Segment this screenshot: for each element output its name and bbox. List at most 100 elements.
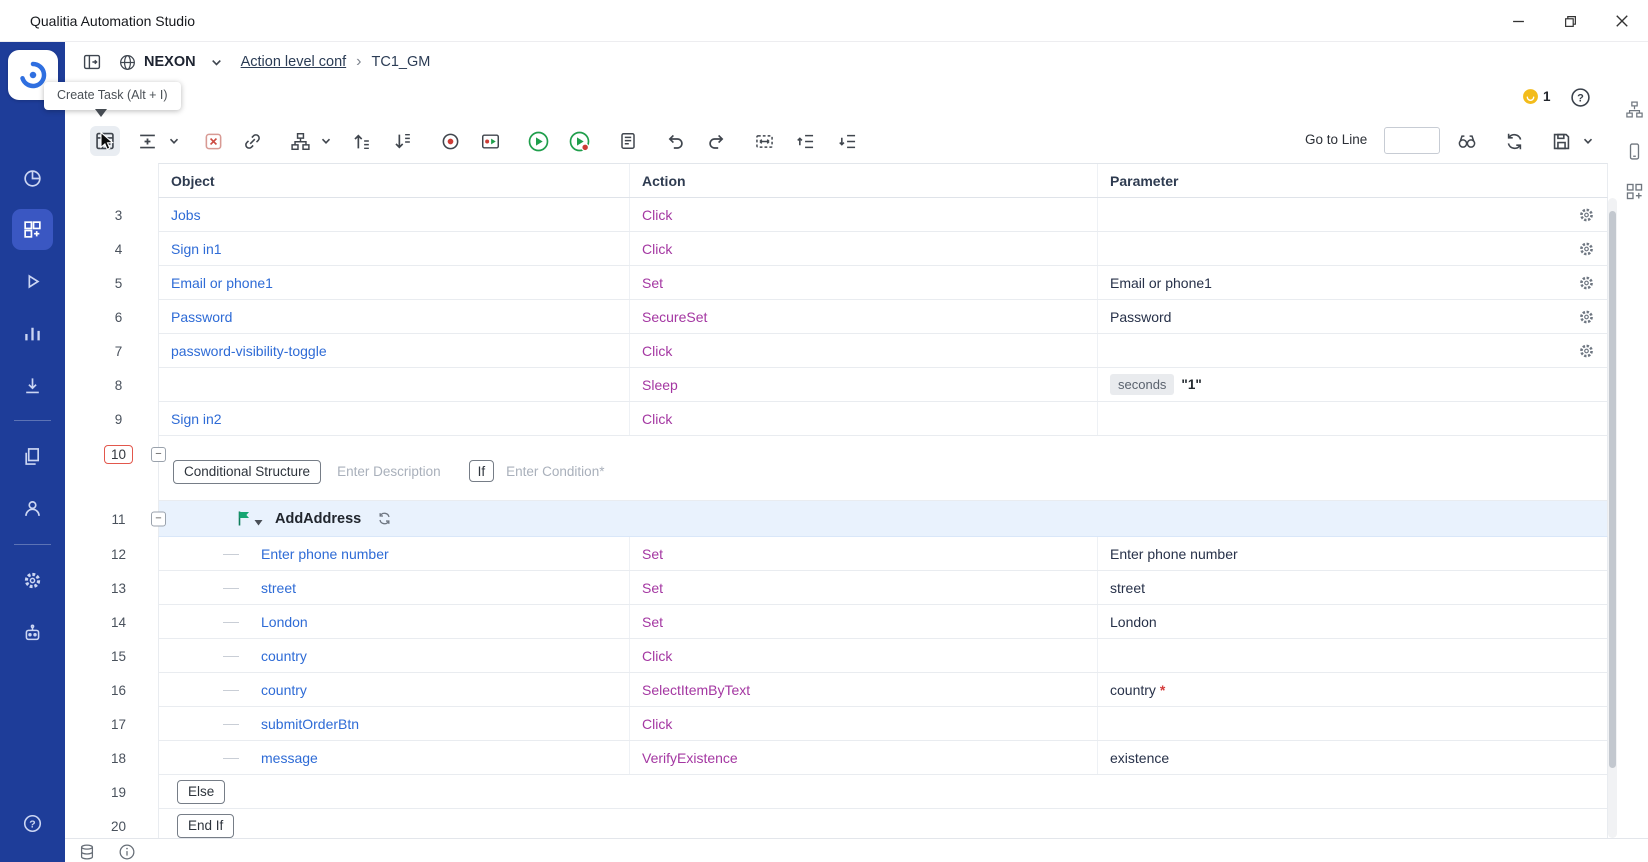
project-dropdown-icon[interactable]: [210, 56, 223, 69]
table-row[interactable]: 9 Sign in2 Click: [79, 402, 1608, 436]
table-row[interactable]: 7 password-visibility-toggle Click: [79, 334, 1608, 368]
table-row[interactable]: 4 Sign in1 Click: [79, 232, 1608, 266]
table-row[interactable]: 6 Password SecureSet Password: [79, 300, 1608, 334]
insert-step-dropdown-icon[interactable]: [166, 126, 182, 156]
action-cell[interactable]: SecureSet: [630, 300, 1098, 333]
action-cell[interactable]: Click: [630, 639, 1098, 672]
move-step-up-icon[interactable]: [346, 126, 376, 156]
run-icon[interactable]: [523, 126, 553, 156]
run-icon-sidebar[interactable]: [12, 261, 53, 302]
table-row[interactable]: 19 Else: [79, 775, 1608, 809]
minimize-button[interactable]: [1492, 0, 1544, 42]
if-chip[interactable]: If: [468, 460, 495, 482]
group-steps-dropdown-icon[interactable]: [318, 126, 334, 156]
help-button[interactable]: ?: [1570, 87, 1591, 108]
parameter-cell[interactable]: [1098, 198, 1607, 231]
row-content[interactable]: Jobs Click: [158, 198, 1608, 232]
parameter-cell[interactable]: [1098, 334, 1607, 367]
object-cell[interactable]: Jobs: [159, 198, 630, 231]
object-cell[interactable]: password-visibility-toggle: [159, 334, 630, 367]
breadcrumb-link-action-level-conf[interactable]: Action level conf: [241, 54, 347, 70]
row-content[interactable]: Conditional Structure Enter Description If…: [158, 436, 1608, 501]
expand-all-icon[interactable]: [832, 126, 862, 156]
parameter-cell[interactable]: [1098, 639, 1607, 672]
notification-badge[interactable]: 1: [1522, 88, 1551, 105]
insert-step-icon[interactable]: [132, 126, 162, 156]
action-cell[interactable]: Click: [630, 402, 1098, 435]
action-cell[interactable]: Sleep: [630, 368, 1098, 401]
object-cell[interactable]: London: [159, 605, 630, 638]
description-placeholder[interactable]: Enter Description: [337, 464, 441, 479]
action-cell[interactable]: Click: [630, 232, 1098, 265]
parameter-cell[interactable]: street: [1098, 571, 1607, 604]
row-number[interactable]: 8: [115, 378, 123, 393]
step-settings-icon[interactable]: [1578, 240, 1595, 257]
table-row[interactable]: 18 message VerifyExistence existence: [79, 741, 1608, 775]
selected-row-number[interactable]: 10: [103, 445, 134, 464]
object-cell[interactable]: message: [159, 741, 630, 774]
users-icon[interactable]: [12, 488, 53, 529]
form-view-icon[interactable]: [613, 126, 643, 156]
reports-icon[interactable]: [12, 313, 53, 354]
grid-add-icon[interactable]: [1624, 181, 1644, 201]
row-number[interactable]: 6: [115, 310, 123, 325]
create-task-icon[interactable]: [90, 126, 120, 156]
row-content[interactable]: Sleep seconds "1": [158, 368, 1608, 402]
undo-icon[interactable]: [660, 126, 690, 156]
row-number[interactable]: 9: [115, 412, 123, 427]
parameter-cell[interactable]: existence: [1098, 741, 1607, 774]
row-content[interactable]: Email or phone1 Set Email or phone1: [158, 266, 1608, 300]
database-icon[interactable]: [77, 842, 97, 862]
row-number[interactable]: 7: [115, 344, 123, 359]
action-cell[interactable]: Set: [630, 537, 1098, 570]
table-row[interactable]: 13 street Set street: [79, 571, 1608, 605]
parameter-cell[interactable]: [1098, 707, 1607, 740]
object-cell[interactable]: submitOrderBtn: [159, 707, 630, 740]
row-content[interactable]: Password SecureSet Password: [158, 300, 1608, 334]
download-icon[interactable]: [12, 365, 53, 406]
row-number[interactable]: 13: [111, 581, 126, 596]
parameter-cell[interactable]: Email or phone1: [1098, 266, 1607, 299]
parameter-cell[interactable]: London: [1098, 605, 1607, 638]
parameter-cell[interactable]: country *: [1098, 673, 1607, 706]
table-row[interactable]: 12 Enter phone number Set Enter phone numbe…: [79, 537, 1608, 571]
object-cell[interactable]: Sign in1: [159, 232, 630, 265]
object-cell[interactable]: country: [159, 673, 630, 706]
record-export-icon[interactable]: [475, 126, 505, 156]
action-cell[interactable]: Click: [630, 198, 1098, 231]
record-icon[interactable]: [435, 126, 465, 156]
object-cell[interactable]: street: [159, 571, 630, 604]
collapse-toggle-icon[interactable]: −: [151, 447, 166, 462]
parameter-cell[interactable]: Enter phone number: [1098, 537, 1607, 570]
condition-placeholder[interactable]: Enter Condition*: [506, 464, 604, 479]
object-cell[interactable]: [159, 368, 630, 401]
task-name[interactable]: AddAddress: [275, 511, 361, 527]
row-content[interactable]: submitOrderBtn Click: [158, 707, 1608, 741]
parameter-cell[interactable]: [1098, 232, 1607, 265]
maximize-button[interactable]: [1544, 0, 1596, 42]
settings-icon[interactable]: [12, 560, 53, 601]
row-content[interactable]: Sign in1 Click: [158, 232, 1608, 266]
object-cell[interactable]: Email or phone1: [159, 266, 630, 299]
action-cell[interactable]: Set: [630, 571, 1098, 604]
task-dropdown-icon[interactable]: [254, 519, 263, 526]
move-step-down-icon[interactable]: [387, 126, 417, 156]
save-icon[interactable]: [1546, 126, 1576, 156]
copies-icon[interactable]: [12, 436, 53, 477]
parameter-cell[interactable]: Password: [1098, 300, 1607, 333]
help-icon-sidebar[interactable]: ?: [12, 803, 53, 844]
object-cell[interactable]: country: [159, 639, 630, 672]
go-to-line-input[interactable]: [1384, 127, 1440, 154]
account-icon[interactable]: [12, 854, 53, 862]
link-steps-icon[interactable]: [237, 126, 267, 156]
action-cell[interactable]: VerifyExistence: [630, 741, 1098, 774]
panel-toggle-icon[interactable]: [82, 52, 102, 72]
redo-icon[interactable]: [701, 126, 731, 156]
bot-icon[interactable]: [12, 613, 53, 654]
group-steps-icon[interactable]: [285, 126, 315, 156]
row-number[interactable]: 12: [111, 547, 126, 562]
table-row[interactable]: 5 Email or phone1 Set Email or phone1: [79, 266, 1608, 300]
row-number[interactable]: 5: [115, 276, 123, 291]
object-cell[interactable]: Sign in2: [159, 402, 630, 435]
row-number[interactable]: 18: [111, 751, 126, 766]
